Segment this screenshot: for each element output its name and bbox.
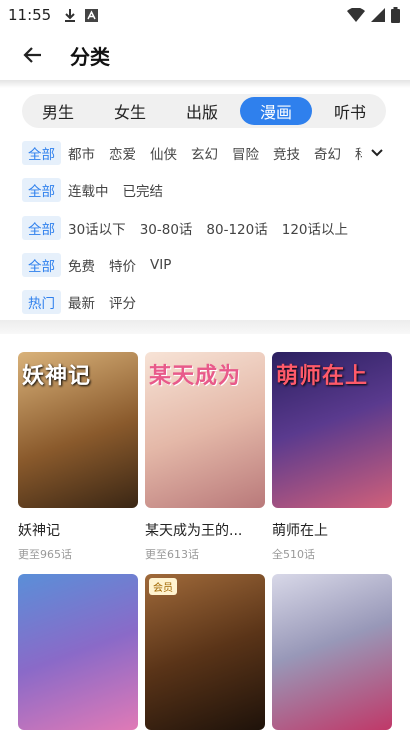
section-divider — [0, 320, 410, 334]
book-cover — [18, 574, 138, 730]
category-tabs: 男生 女生 出版 漫画 听书 — [22, 94, 386, 128]
book-card[interactable]: 萌师在上 萌师在上 全510话 — [272, 352, 392, 562]
wifi-icon — [347, 8, 365, 22]
filter-option[interactable]: 已完结 — [123, 180, 164, 200]
vip-badge: 会员 — [149, 578, 177, 595]
filter-row-length: 全部 30话以下 30-80话 80-120话 120话以上 — [22, 216, 362, 240]
download-icon — [65, 9, 76, 22]
filter-row-genre: 全部 都市 恋爱 仙侠 玄幻 冒险 竞技 奇幻 科 — [22, 141, 362, 165]
filter-option[interactable]: 30话以下 — [68, 218, 126, 238]
filter-option[interactable]: 都市 — [68, 143, 95, 163]
book-title: 妖神记 — [18, 523, 60, 539]
book-cover: 会员 — [145, 574, 265, 730]
filter-option[interactable]: 奇幻 — [314, 143, 341, 163]
book-progress: 全510话 — [272, 548, 315, 561]
filter-option[interactable]: 免费 — [68, 255, 95, 275]
book-card[interactable] — [272, 574, 392, 730]
arrow-left-icon — [23, 47, 41, 63]
filter-option[interactable]: 玄幻 — [191, 143, 218, 163]
book-cover: 妖神记 — [18, 352, 138, 508]
book-card[interactable]: 会员 — [145, 574, 265, 730]
tab-comic[interactable]: 漫画 — [240, 97, 312, 125]
filter-chip-selected[interactable]: 全部 — [22, 253, 61, 277]
filter-option[interactable]: 80-120话 — [206, 218, 267, 238]
chevron-down-icon — [371, 149, 383, 157]
filter-option[interactable]: 最新 — [68, 292, 95, 312]
filter-option[interactable]: 连载中 — [68, 180, 109, 200]
app-bar: 分类 — [0, 30, 410, 80]
tab-publish[interactable]: 出版 — [166, 97, 238, 125]
book-cover — [272, 574, 392, 730]
filter-option[interactable]: 30-80话 — [140, 218, 193, 238]
filter-option[interactable]: VIP — [150, 257, 171, 273]
cover-title: 萌师在上 — [276, 364, 369, 389]
book-card[interactable] — [18, 574, 138, 730]
expand-filters-button[interactable] — [366, 142, 388, 164]
back-button[interactable] — [8, 30, 58, 80]
page-title: 分类 — [70, 44, 110, 69]
status-time: 11:55 — [8, 6, 52, 24]
book-cover: 某天成为 — [145, 352, 265, 508]
book-card[interactable]: 某天成为 某天成为王的... 更至613话 — [145, 352, 265, 562]
battery-icon — [391, 7, 400, 23]
book-progress: 更至965话 — [18, 548, 72, 561]
filter-chip-selected[interactable]: 全部 — [22, 141, 61, 165]
tab-female[interactable]: 女生 — [94, 97, 166, 125]
system-icons — [347, 7, 400, 23]
filter-option[interactable]: 冒险 — [232, 143, 259, 163]
status-bar: 11:55 — [0, 0, 410, 30]
filter-row-status: 全部 连载中 已完结 — [22, 178, 177, 202]
notification-icons — [63, 8, 99, 22]
filter-option[interactable]: 科 — [355, 143, 362, 163]
filter-option[interactable]: 竞技 — [273, 143, 300, 163]
tab-male[interactable]: 男生 — [22, 97, 94, 125]
book-cover: 萌师在上 — [272, 352, 392, 508]
signal-icon — [371, 8, 385, 22]
filter-chip-selected[interactable]: 全部 — [22, 178, 61, 202]
header-divider — [0, 80, 410, 88]
book-progress: 更至613话 — [145, 548, 199, 561]
filter-chip-selected[interactable]: 热门 — [22, 290, 61, 314]
filter-option[interactable]: 恋爱 — [109, 143, 136, 163]
filter-option[interactable]: 仙侠 — [150, 143, 177, 163]
filter-option[interactable]: 特价 — [109, 255, 136, 275]
tab-audio[interactable]: 听书 — [314, 97, 386, 125]
filter-option[interactable]: 120话以上 — [282, 218, 348, 238]
filter-row-price: 全部 免费 特价 VIP — [22, 253, 185, 277]
book-title: 某天成为王的... — [145, 523, 243, 539]
filter-chip-selected[interactable]: 全部 — [22, 216, 61, 240]
filter-option[interactable]: 评分 — [109, 292, 136, 312]
book-card[interactable]: 妖神记 妖神记 更至965话 — [18, 352, 138, 562]
cover-title: 妖神记 — [22, 364, 92, 389]
filter-row-sort: 热门 最新 评分 — [22, 290, 150, 314]
book-title: 萌师在上 — [272, 523, 328, 539]
app-notification-icon — [85, 8, 99, 22]
cover-title: 某天成为 — [149, 364, 242, 389]
